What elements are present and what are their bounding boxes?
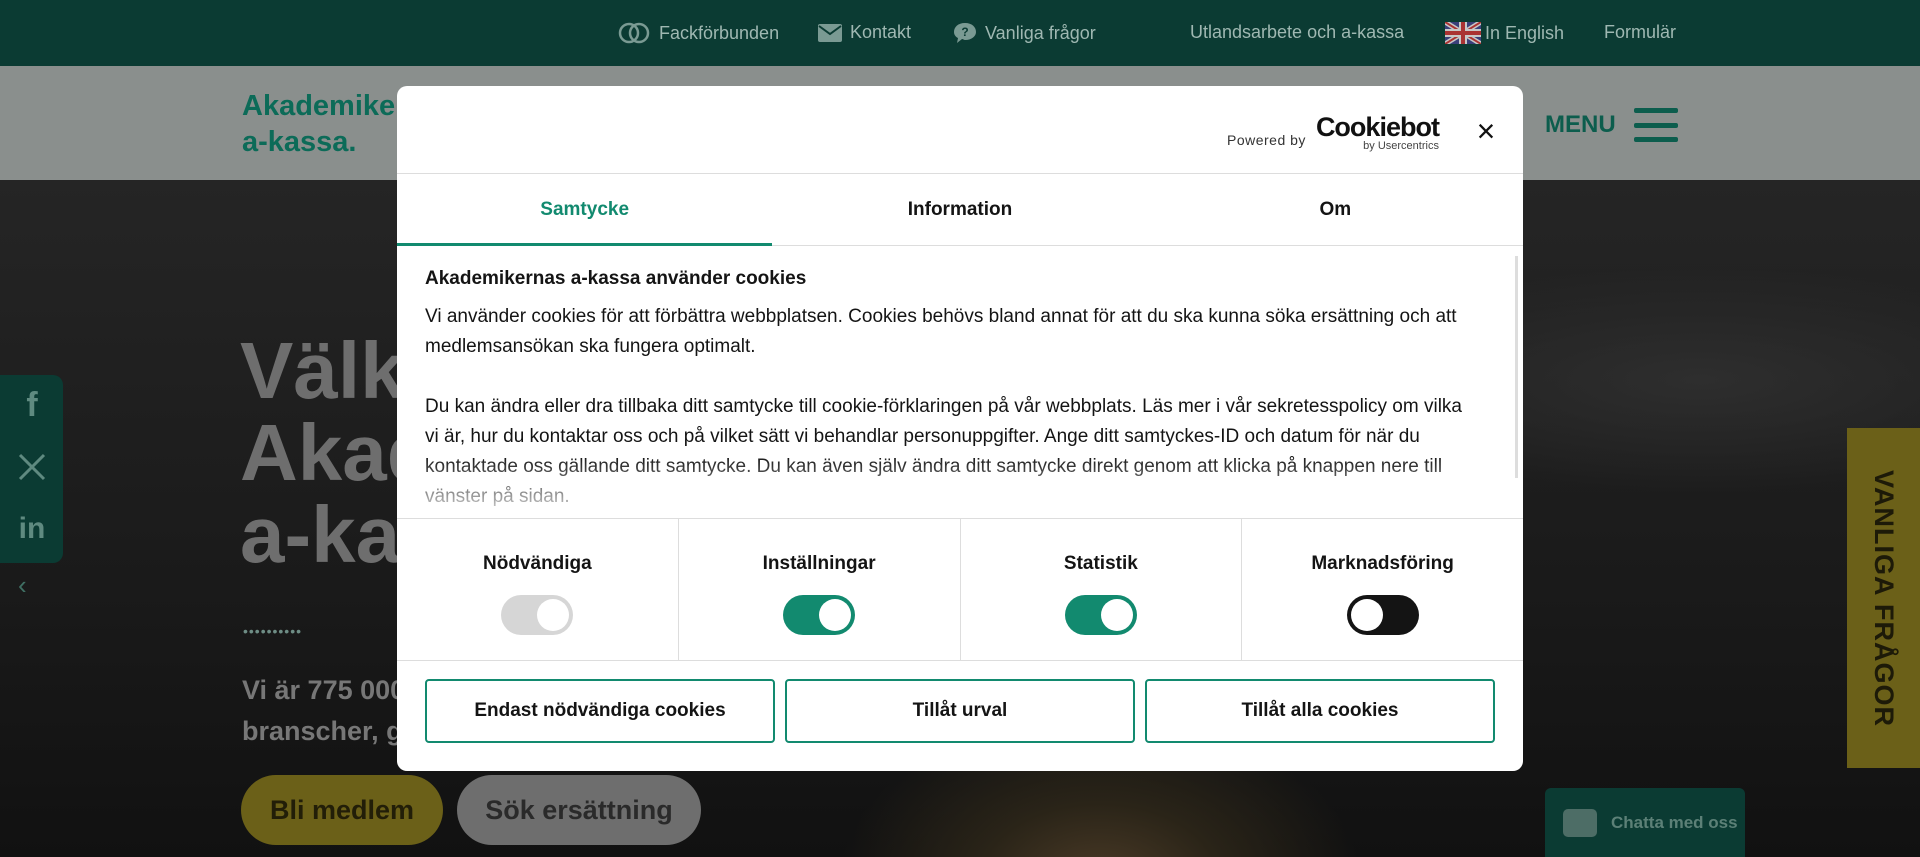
tab-information[interactable]: Information: [772, 174, 1147, 245]
topbar-label: Kontakt: [850, 22, 912, 42]
cookiebot-sub: by Usercentrics: [1363, 140, 1439, 152]
dialog-header: Powered by Cookiebot by Usercentrics ×: [397, 86, 1523, 174]
decorative-dots: ••••••••••: [243, 623, 303, 639]
consent-categories: Nödvändiga Inställningar Statistik Markn…: [397, 518, 1523, 661]
faq-side-tab[interactable]: VANLIGA FRÅGOR: [1847, 428, 1920, 768]
category-necessary: Nödvändiga: [397, 519, 679, 660]
svg-text:?: ?: [961, 25, 968, 39]
cookiebot-logo: Cookiebot by Usercentrics: [1315, 112, 1440, 153]
collapse-chevron-icon[interactable]: ‹: [18, 570, 27, 601]
allow-selection-button[interactable]: Tillåt urval: [785, 679, 1135, 743]
social-share-bar: f in: [0, 375, 63, 563]
consent-heading: Akademikernas a-kassa använder cookies: [425, 268, 807, 289]
faq-side-tab-label: VANLIGA FRÅGOR: [1869, 469, 1899, 727]
consent-paragraph: Vi använder cookies för att förbättra we…: [425, 306, 1457, 357]
category-preferences: Inställningar: [679, 519, 961, 660]
linkedin-icon[interactable]: in: [14, 511, 50, 547]
preferences-toggle[interactable]: [783, 595, 856, 635]
topbar-link-english[interactable]: In English: [1445, 22, 1564, 44]
uk-flag-icon: [1445, 22, 1481, 44]
topbar-link-kontakt[interactable]: Kontakt: [818, 22, 911, 43]
close-icon[interactable]: ×: [1471, 115, 1501, 147]
topbar-link-fackforbunden[interactable]: Fackförbunden: [617, 22, 779, 44]
cookiebot-brand: Cookiebot: [1315, 112, 1440, 142]
category-label: Inställningar: [762, 553, 876, 574]
marketing-toggle[interactable]: [1346, 595, 1419, 635]
category-label: Statistik: [1063, 553, 1138, 574]
category-label: Nödvändiga: [483, 553, 592, 574]
question-bubble-icon: ?: [954, 23, 976, 43]
topbar-label: Formulär: [1604, 22, 1677, 42]
chat-label: Chatta med oss: [1611, 812, 1738, 832]
statistics-toggle[interactable]: [1064, 595, 1137, 635]
topbar-label: Utlandsarbete och a-kassa: [1190, 22, 1405, 42]
tab-samtycke[interactable]: Samtycke: [397, 174, 773, 246]
envelope-icon: [818, 23, 842, 42]
powered-by-cookiebot[interactable]: Powered by Cookiebot by Usercentrics: [1227, 112, 1440, 153]
chat-button[interactable]: Chatta med oss: [1545, 788, 1745, 857]
x-twitter-icon[interactable]: [14, 449, 50, 485]
text-scrollbar[interactable]: [1515, 256, 1518, 478]
menu-label: MENU: [1545, 111, 1616, 138]
consent-actions: Endast nödvändiga cookies Tillåt urval T…: [425, 679, 1495, 743]
category-marketing: Marknadsföring: [1242, 519, 1523, 660]
necessary-toggle: [501, 595, 574, 635]
text-fade-overlay: [397, 456, 1497, 526]
necessary-only-button[interactable]: Endast nödvändiga cookies: [425, 679, 775, 743]
category-label: Marknadsföring: [1311, 553, 1454, 574]
facebook-icon[interactable]: f: [14, 386, 50, 424]
topbar-link-utlandsarbete[interactable]: Utlandsarbete och a-kassa: [1190, 22, 1404, 43]
cookie-consent-dialog: Powered by Cookiebot by Usercentrics × S…: [397, 86, 1523, 771]
menu-button[interactable]: MENU: [1545, 108, 1678, 142]
hamburger-icon: [1633, 108, 1678, 142]
tab-om[interactable]: Om: [1148, 174, 1523, 245]
rings-icon: [618, 22, 650, 44]
allow-all-button[interactable]: Tillåt alla cookies: [1145, 679, 1495, 743]
topbar-label: Vanliga frågor: [985, 22, 1096, 43]
topbar-link-faq[interactable]: ? Vanliga frågor: [953, 22, 1096, 44]
category-statistics: Statistik: [961, 519, 1243, 660]
topbar-label: In English: [1485, 22, 1565, 43]
topbar-label: Fackförbunden: [659, 22, 780, 43]
apply-compensation-button[interactable]: Sök ersättning: [457, 775, 701, 845]
dialog-tabs: Samtycke Information Om: [397, 174, 1523, 246]
top-utility-bar: Fackförbunden Kontakt ? Vanliga frågor U…: [0, 0, 1920, 66]
topbar-link-formular[interactable]: Formulär: [1604, 22, 1676, 43]
chat-bubble-icon: [1563, 808, 1597, 837]
become-member-button[interactable]: Bli medlem: [241, 775, 443, 845]
powered-by-label: Powered by: [1227, 132, 1306, 148]
